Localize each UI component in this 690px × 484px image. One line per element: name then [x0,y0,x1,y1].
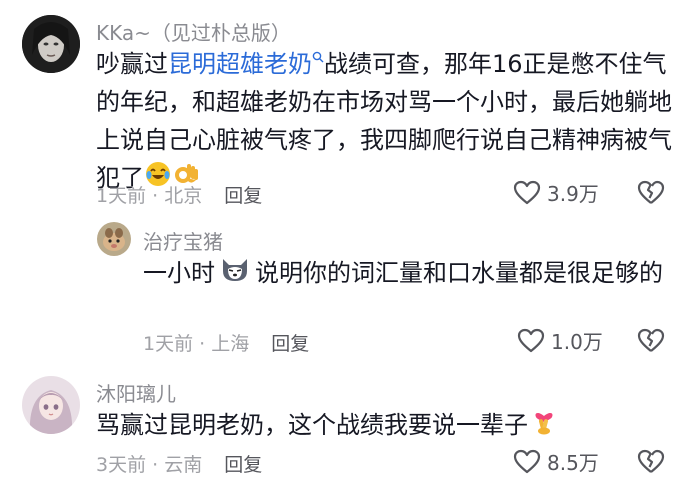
comment-text-before: 一小时 [143,259,215,287]
avatar[interactable] [22,15,80,73]
username[interactable]: KKa~（见过朴总版） [96,17,291,46]
comment-meta: 1天前 · 北京 回复 [96,181,262,208]
comment-meta: 3天前 · 云南 回复 [96,450,262,477]
time-location: 1天前 · 上海 [143,333,250,355]
husky-emoji [219,255,251,294]
heart-icon [513,449,541,473]
reply-button[interactable]: 回复 [224,454,262,476]
comment-text: 骂赢过昆明老奶，这个战绩我要说一辈子 [96,406,676,446]
crossed-fingers-heart-emoji [532,407,556,446]
like-button[interactable]: 8.5万 [513,447,599,476]
username[interactable]: 治疗宝猪 [143,226,223,255]
comment-text-before: 骂赢过昆明老奶，这个战绩我要说一辈子 [96,411,528,439]
time-location: 3天前 · 云南 [96,454,203,476]
username[interactable]: 沐阳璃儿 [96,378,176,407]
broken-heart-icon [637,449,665,473]
reply-button[interactable]: 回复 [224,185,262,207]
comment-text: 吵赢过昆明超雄老奶 战绩可查，那年16正是憋不住气的年纪，和超雄老奶在市场对骂一个… [96,45,676,199]
search-icon [312,51,324,63]
like-count: 3.9万 [547,182,599,206]
like-button[interactable]: 1.0万 [517,326,603,355]
heart-icon [513,180,541,204]
broken-heart-icon [637,180,665,204]
topic-link[interactable]: 昆明超雄老奶 [168,50,324,78]
broken-heart-icon [637,328,665,352]
comment-meta: 1天前 · 上海 回复 [143,329,309,356]
topic-link-label: 昆明超雄老奶 [168,50,312,78]
avatar[interactable] [22,376,80,434]
comment-text-after: 说明你的词汇量和口水量都是很足够的 [255,259,663,287]
dislike-button[interactable] [637,328,665,358]
like-count: 8.5万 [547,451,599,475]
dislike-button[interactable] [637,180,665,210]
like-button[interactable]: 3.9万 [513,178,599,207]
like-count: 1.0万 [551,330,603,354]
dislike-button[interactable] [637,449,665,479]
heart-icon [517,328,545,352]
time-location: 1天前 · 北京 [96,185,203,207]
avatar[interactable] [97,222,131,256]
reply-button[interactable]: 回复 [271,333,309,355]
comment-text: 一小时 说明你的词汇量和口水量都是很足够的 [143,254,663,294]
comment-text-before: 吵赢过 [96,50,168,78]
